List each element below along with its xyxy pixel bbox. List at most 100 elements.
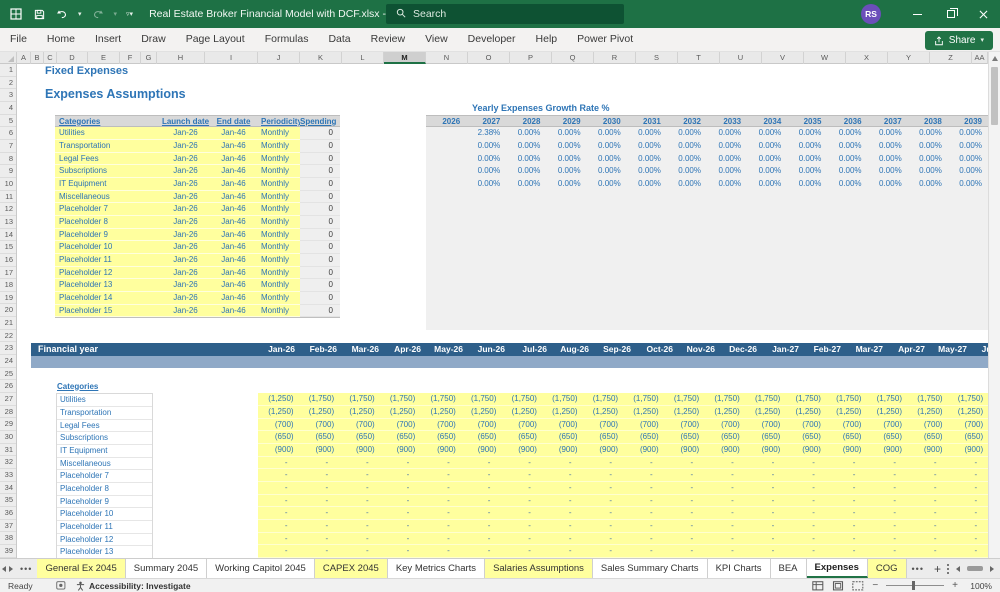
value-cell[interactable]: (900) bbox=[380, 444, 421, 456]
restore-button[interactable] bbox=[934, 0, 967, 28]
value-cell[interactable]: - bbox=[420, 482, 461, 494]
growth-rate-cell[interactable]: 0.00% bbox=[627, 127, 667, 140]
value-cell[interactable]: - bbox=[583, 469, 624, 481]
normal-view-button[interactable] bbox=[812, 580, 824, 591]
value-cell[interactable]: - bbox=[501, 457, 542, 469]
value-cell[interactable]: - bbox=[542, 520, 583, 532]
monthly-category-placeholder-8[interactable]: Placeholder 8 bbox=[57, 483, 152, 496]
column-header-r[interactable]: R bbox=[594, 52, 636, 64]
assumption-cell[interactable]: Jan-26 bbox=[159, 266, 212, 280]
value-cell[interactable]: - bbox=[866, 469, 907, 481]
assumption-cell[interactable]: 0 bbox=[300, 165, 340, 178]
assumption-cell[interactable]: Monthly bbox=[255, 304, 300, 318]
value-cell[interactable]: - bbox=[785, 495, 826, 507]
value-cell[interactable]: - bbox=[461, 469, 502, 481]
growth-rate-cell[interactable]: 0.00% bbox=[627, 165, 667, 178]
value-cell[interactable]: - bbox=[664, 469, 705, 481]
value-cell[interactable]: - bbox=[258, 507, 299, 519]
value-cell[interactable]: (1,750) bbox=[380, 393, 421, 405]
assumption-cell[interactable]: Jan-26 bbox=[159, 140, 212, 153]
growth-rate-cell[interactable]: 0.00% bbox=[908, 140, 948, 153]
growth-year-2027[interactable]: 2027 bbox=[466, 116, 506, 127]
value-cell[interactable]: - bbox=[380, 507, 421, 519]
row-header-1[interactable]: 1 bbox=[0, 64, 16, 77]
zoom-out-button[interactable]: − bbox=[872, 580, 878, 591]
month-header-feb-26[interactable]: Feb-26 bbox=[300, 343, 342, 356]
value-cell[interactable]: - bbox=[623, 469, 664, 481]
assumption-cell[interactable]: Jan-46 bbox=[212, 241, 255, 254]
sheet-tab-capex-2045[interactable]: CAPEX 2045 bbox=[314, 559, 388, 578]
growth-rate-cell[interactable]: 0.00% bbox=[948, 140, 988, 153]
ribbon-tab-home[interactable]: Home bbox=[37, 28, 85, 51]
value-cell[interactable]: - bbox=[501, 495, 542, 507]
assumption-cell[interactable]: 0 bbox=[300, 177, 340, 191]
assumption-cell[interactable]: Jan-46 bbox=[212, 190, 255, 204]
value-cell[interactable]: (650) bbox=[623, 431, 664, 443]
value-cell[interactable]: - bbox=[258, 482, 299, 494]
assumption-cell[interactable]: Monthly bbox=[255, 190, 300, 204]
growth-rate-cell[interactable]: 0.00% bbox=[827, 140, 867, 153]
month-header-jan-27[interactable]: Jan-27 bbox=[762, 343, 804, 356]
growth-rate-cell[interactable]: 0.00% bbox=[747, 178, 787, 191]
value-cell[interactable]: - bbox=[948, 495, 988, 507]
value-cell[interactable]: - bbox=[583, 482, 624, 494]
value-cell[interactable]: - bbox=[542, 545, 583, 557]
month-header-dec-26[interactable]: Dec-26 bbox=[720, 343, 762, 356]
value-cell[interactable]: (700) bbox=[583, 419, 624, 431]
category-cell[interactable]: Utilities bbox=[55, 127, 159, 140]
row-header-23[interactable]: 23 bbox=[0, 342, 16, 356]
growth-rate-cell[interactable]: 0.00% bbox=[506, 178, 546, 191]
row-header-14[interactable]: 14 bbox=[0, 229, 16, 242]
value-cell[interactable]: (900) bbox=[583, 444, 624, 456]
month-header-apr-27[interactable]: Apr-27 bbox=[888, 343, 930, 356]
month-header-apr-26[interactable]: Apr-26 bbox=[384, 343, 426, 356]
value-cell[interactable]: - bbox=[907, 520, 948, 532]
column-header-a[interactable]: A bbox=[17, 52, 31, 64]
excel-app-icon[interactable] bbox=[9, 7, 23, 21]
growth-rate-cell[interactable]: 0.00% bbox=[546, 153, 586, 166]
value-cell[interactable]: - bbox=[745, 457, 786, 469]
value-cell[interactable]: - bbox=[299, 482, 340, 494]
value-cell[interactable]: (1,750) bbox=[542, 393, 583, 405]
growth-year-2026[interactable]: 2026 bbox=[426, 116, 466, 127]
assumption-cell[interactable]: Jan-26 bbox=[159, 241, 212, 254]
monthly-categories-label[interactable]: Categories bbox=[57, 382, 98, 391]
monthly-category-utilities[interactable]: Utilities bbox=[57, 394, 152, 408]
assumption-cell[interactable]: 0 bbox=[300, 127, 340, 140]
value-cell[interactable]: - bbox=[299, 457, 340, 469]
value-cell[interactable]: - bbox=[826, 533, 867, 545]
value-cell[interactable]: - bbox=[380, 482, 421, 494]
value-cell[interactable]: - bbox=[745, 533, 786, 545]
growth-year-2032[interactable]: 2032 bbox=[667, 116, 707, 127]
growth-rate-cell[interactable]: 0.00% bbox=[667, 127, 707, 140]
value-cell[interactable]: (1,750) bbox=[501, 393, 542, 405]
category-cell[interactable]: Placeholder 8 bbox=[55, 215, 159, 229]
vertical-scrollbar[interactable] bbox=[988, 52, 1000, 558]
column-header-l[interactable]: L bbox=[342, 52, 384, 64]
category-cell[interactable]: Placeholder 7 bbox=[55, 203, 159, 216]
growth-rate-cell[interactable]: 0.00% bbox=[546, 178, 586, 191]
assumption-cell[interactable]: 0 bbox=[300, 304, 340, 318]
value-cell[interactable]: - bbox=[420, 469, 461, 481]
value-cell[interactable]: (1,250) bbox=[420, 406, 461, 418]
value-cell[interactable]: - bbox=[907, 533, 948, 545]
month-header-jun-27[interactable]: Jun-27 bbox=[972, 343, 988, 356]
value-cell[interactable]: (700) bbox=[785, 419, 826, 431]
growth-rate-cell[interactable]: 0.00% bbox=[948, 127, 988, 140]
value-cell[interactable]: - bbox=[948, 469, 988, 481]
value-cell[interactable]: (700) bbox=[461, 419, 502, 431]
column-header-o[interactable]: O bbox=[468, 52, 510, 64]
value-cell[interactable]: - bbox=[785, 469, 826, 481]
value-cell[interactable]: - bbox=[948, 507, 988, 519]
column-header-w[interactable]: W bbox=[804, 52, 846, 64]
column-header-b[interactable]: B bbox=[31, 52, 44, 64]
value-cell[interactable]: - bbox=[907, 507, 948, 519]
page-layout-view-button[interactable] bbox=[832, 580, 844, 591]
assumption-cell[interactable]: Jan-46 bbox=[212, 228, 255, 242]
value-cell[interactable]: (900) bbox=[826, 444, 867, 456]
column-header-c[interactable]: C bbox=[44, 52, 57, 64]
growth-rate-cell[interactable]: 0.00% bbox=[587, 140, 627, 153]
value-cell[interactable]: (1,250) bbox=[299, 406, 340, 418]
value-cell[interactable]: - bbox=[420, 533, 461, 545]
growth-year-2034[interactable]: 2034 bbox=[747, 116, 787, 127]
